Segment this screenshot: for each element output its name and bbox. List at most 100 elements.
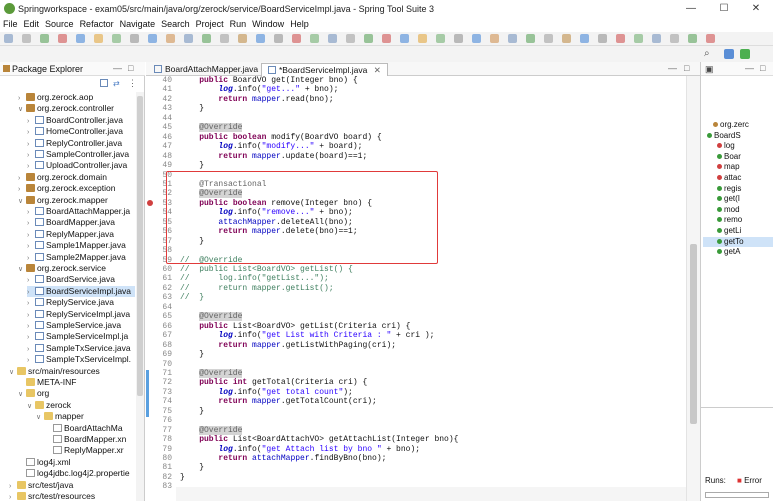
toolbar-button-icon[interactable] [472, 34, 481, 43]
collapsed-arrow-icon[interactable]: › [27, 310, 35, 321]
tree-item[interactable]: › org.zerock.aop [18, 92, 135, 103]
menu-file[interactable]: File [0, 18, 21, 30]
tree-item[interactable]: › SampleController.java [27, 149, 135, 160]
code-line[interactable]: log.info("get Attach list by bno " + bno… [180, 445, 420, 455]
toolbar-button-icon[interactable] [292, 34, 301, 43]
maximize-view-icon[interactable]: □ [760, 63, 765, 73]
code-line[interactable]: public boolean modify(BoardVO board) { [180, 133, 381, 143]
menu-navigate[interactable]: Navigate [117, 18, 159, 30]
tree-item[interactable]: › SampleServiceImpl.ja [27, 331, 135, 342]
code-line[interactable]: public List<BoardVO> getList(Criteria cr… [180, 322, 410, 332]
tree-item[interactable]: › SampleService.java [27, 320, 135, 331]
tree-item[interactable]: › ReplyMapper.java [27, 229, 135, 240]
collapsed-arrow-icon[interactable]: › [27, 207, 35, 218]
toolbar-button-icon[interactable] [400, 34, 409, 43]
toolbar-button-icon[interactable] [40, 34, 49, 43]
expanded-arrow-icon[interactable]: ∨ [18, 196, 26, 207]
code-line[interactable]: return mapper.update(board)==1; [180, 152, 367, 162]
tree-item[interactable]: ∨ org [18, 388, 135, 399]
toolbar-button-icon[interactable] [256, 34, 265, 43]
toolbar-button-icon[interactable] [688, 34, 697, 43]
toolbar-button-icon[interactable] [58, 34, 67, 43]
collapsed-arrow-icon[interactable]: › [18, 93, 26, 104]
tree-item[interactable]: ∨ org.zerock.controller [18, 103, 135, 114]
collapsed-arrow-icon[interactable]: › [27, 355, 35, 366]
expanded-arrow-icon[interactable]: ∨ [18, 389, 26, 400]
collapsed-arrow-icon[interactable]: › [27, 150, 35, 161]
toolbar-button-icon[interactable] [616, 34, 625, 43]
expanded-arrow-icon[interactable]: ∨ [9, 367, 17, 378]
collapsed-arrow-icon[interactable]: › [27, 161, 35, 172]
code-line[interactable]: @Override [180, 368, 243, 379]
outline-item[interactable]: attac [703, 173, 773, 183]
menu-window[interactable]: Window [249, 18, 287, 30]
link-editor-icon[interactable]: ⇄ [113, 79, 120, 88]
override-marker-icon[interactable] [147, 199, 153, 206]
code-line[interactable]: // return mapper.getList(); [180, 284, 334, 294]
tree-item[interactable]: › src/test/java [9, 480, 135, 491]
outline-item[interactable]: org.zerc [703, 120, 773, 130]
toolbar-button-icon[interactable] [220, 34, 229, 43]
collapsed-arrow-icon[interactable]: › [27, 116, 35, 127]
tree-item[interactable]: ∨ mapper [36, 411, 135, 422]
collapsed-arrow-icon[interactable]: › [27, 241, 35, 252]
tree-item[interactable]: log4j.xml [18, 457, 135, 468]
toolbar-button-icon[interactable] [382, 34, 391, 43]
expanded-arrow-icon[interactable]: ∨ [27, 401, 35, 412]
expanded-arrow-icon[interactable]: ∨ [18, 104, 26, 115]
collapsed-arrow-icon[interactable]: › [27, 275, 35, 286]
collapsed-arrow-icon[interactable]: › [9, 481, 17, 492]
tree-item[interactable]: › BoardServiceImpl.java [27, 285, 135, 298]
menu-project[interactable]: Project [193, 18, 227, 30]
collapsed-arrow-icon[interactable]: › [27, 287, 35, 298]
outline-item[interactable]: remo [703, 215, 773, 225]
tree-item[interactable]: › src/test/resources [9, 491, 135, 502]
tab-boardattachmapper[interactable]: BoardAttachMapper.java [148, 63, 264, 76]
menu-source[interactable]: Source [42, 18, 77, 30]
toolbar-button-icon[interactable] [166, 34, 175, 43]
collapsed-arrow-icon[interactable]: › [27, 139, 35, 150]
outline-item[interactable]: getLi [703, 226, 773, 236]
tree-item[interactable]: › BoardMapper.java [27, 217, 135, 228]
outline-item[interactable]: getA [703, 247, 773, 257]
toolbar-button-icon[interactable] [94, 34, 103, 43]
collapsed-arrow-icon[interactable]: › [18, 173, 26, 184]
collapsed-arrow-icon[interactable]: › [27, 344, 35, 355]
toolbar-button-icon[interactable] [562, 34, 571, 43]
code-line[interactable]: public List<BoardAttachVO> getAttachList… [180, 435, 458, 445]
outline-item[interactable]: getTo [703, 236, 773, 247]
code-line[interactable]: log.info("modify..." + board); [180, 142, 362, 152]
collapsed-arrow-icon[interactable]: › [27, 321, 35, 332]
toolbar-button-icon[interactable] [112, 34, 121, 43]
tree-item[interactable]: ∨ org.zerock.service [18, 263, 135, 274]
toolbar-button-icon[interactable] [526, 34, 535, 43]
code-area[interactable]: public BoardVO get(Integer bno) { log.in… [176, 76, 686, 501]
code-line[interactable]: return mapper.getTotalCount(cri); [180, 398, 376, 407]
code-line[interactable]: } [180, 407, 204, 417]
code-line[interactable]: public int getTotal(Criteria cri) { [180, 379, 367, 388]
outline-item[interactable]: log [703, 141, 773, 151]
toolbar-button-icon[interactable] [598, 34, 607, 43]
code-line[interactable]: @Override [180, 123, 243, 133]
toolbar-button-icon[interactable] [436, 34, 445, 43]
tree-item[interactable]: › SampleTxServiceImpl. [27, 354, 135, 365]
toolbar-button-icon[interactable] [328, 34, 337, 43]
minimize-editor-icon[interactable]: — [668, 63, 677, 73]
view-menu-icon[interactable]: ⋮ [128, 78, 137, 89]
collapsed-arrow-icon[interactable]: › [27, 253, 35, 264]
maximize-editor-icon[interactable]: □ [684, 63, 689, 73]
code-line[interactable]: return attachMapper.findByBno(bno); [180, 454, 386, 464]
outline-item[interactable]: get(I [703, 194, 773, 204]
toolbar-button-icon[interactable] [4, 34, 13, 43]
menu-edit[interactable]: Edit [21, 18, 43, 30]
tree-item[interactable]: BoardAttachMa [45, 423, 135, 434]
toolbar-button-icon[interactable] [544, 34, 553, 43]
tree-item[interactable]: ReplyMapper.xr [45, 445, 135, 456]
outline-item[interactable]: BoardS [703, 131, 773, 141]
code-line[interactable]: // public List<BoardVO> getList() { [180, 265, 353, 275]
toolbar-button-icon[interactable] [76, 34, 85, 43]
tree-item[interactable]: › org.zerock.exception [18, 183, 135, 194]
editor-vertical-scrollbar[interactable] [686, 76, 700, 501]
outline-item[interactable]: Boar [703, 152, 773, 162]
toolbar-button-icon[interactable] [364, 34, 373, 43]
